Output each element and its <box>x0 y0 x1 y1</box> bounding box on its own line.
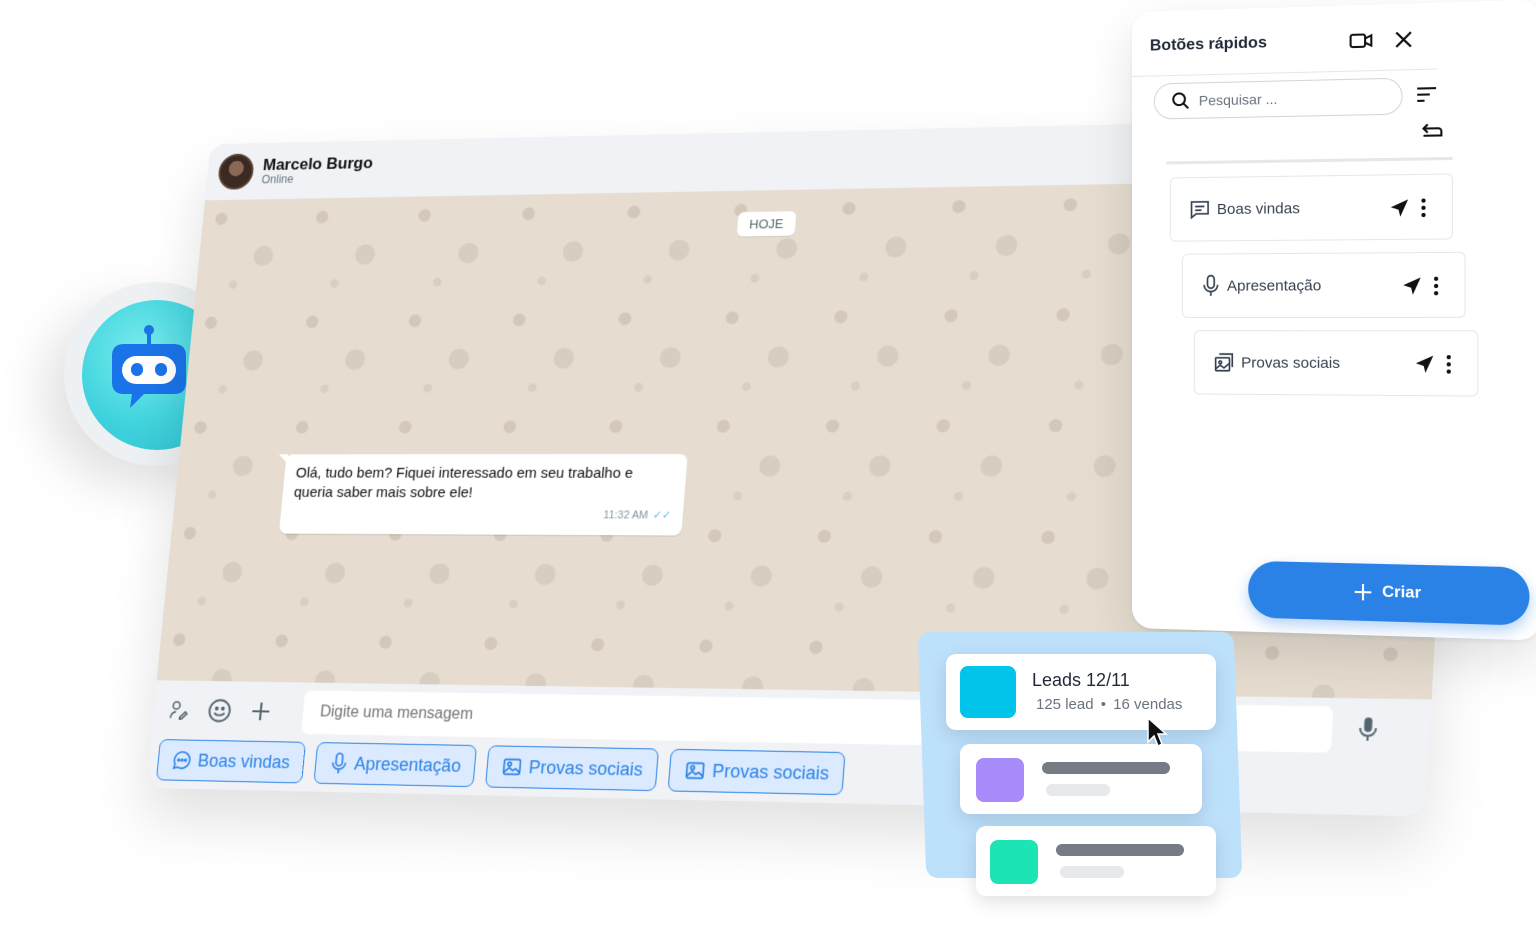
placeholder-line <box>1060 866 1124 878</box>
date-badge: HOJE <box>736 211 797 237</box>
microphone-icon <box>1201 274 1221 298</box>
quick-chip-label: Provas sociais <box>527 756 644 780</box>
microphone-icon[interactable] <box>1349 711 1388 748</box>
video-icon[interactable] <box>1349 29 1374 57</box>
quick-chip-provas-sociais[interactable]: Provas sociais <box>485 745 660 792</box>
lead-color-swatch <box>990 840 1038 884</box>
panel-item-label: Provas sociais <box>1241 353 1340 372</box>
panel-item-boas-vindas[interactable]: Boas vindas <box>1169 173 1453 242</box>
panel-item-provas-sociais[interactable]: Provas sociais <box>1193 330 1479 397</box>
panel-title: Botões rápidos <box>1149 34 1267 55</box>
placeholder-line <box>1056 844 1184 856</box>
message-square-icon <box>1189 198 1211 220</box>
placeholder-line <box>1042 762 1170 774</box>
import-icon[interactable] <box>1419 118 1444 144</box>
quick-chip-boas-vindas[interactable]: Boas vindas <box>155 739 307 784</box>
more-vertical-icon[interactable] <box>1433 276 1439 302</box>
image-icon <box>683 759 707 782</box>
user-edit-icon[interactable] <box>161 693 196 727</box>
quick-buttons-panel: Botões rápidos Pesquisar ... Boas vindas… <box>1132 0 1536 641</box>
lead-count: 125 lead <box>1036 696 1094 713</box>
create-button[interactable]: Criar <box>1248 560 1530 626</box>
send-icon[interactable] <box>1402 276 1423 302</box>
emoji-icon[interactable] <box>202 694 237 728</box>
read-ticks-icon: ✓✓ <box>652 509 672 522</box>
panel-item-apresentacao[interactable]: Apresentação <box>1181 251 1466 318</box>
divider <box>1165 156 1453 165</box>
images-icon <box>1213 351 1235 373</box>
more-vertical-icon[interactable] <box>1420 197 1426 223</box>
lead-card-3[interactable] <box>976 826 1216 896</box>
search-icon <box>1171 91 1191 112</box>
divider <box>1132 68 1439 77</box>
quick-chip-label: Apresentação <box>353 753 462 776</box>
send-icon[interactable] <box>1389 198 1410 224</box>
lead-color-swatch <box>960 666 1016 718</box>
plus-icon <box>1353 582 1374 603</box>
lead-card-1[interactable]: Leads 12/11 125 lead • 16 vendas <box>946 654 1216 730</box>
quick-chip-provas-sociais-2[interactable]: Provas sociais <box>667 748 846 796</box>
lead-color-swatch <box>976 758 1024 802</box>
lead-card-2[interactable] <box>960 744 1202 814</box>
filter-icon[interactable] <box>1415 85 1438 109</box>
lead-title: Leads 12/11 <box>1032 670 1130 690</box>
quick-chip-label: Boas vindas <box>197 750 291 772</box>
avatar[interactable] <box>216 153 256 190</box>
sales-count: 16 vendas <box>1113 696 1183 713</box>
panel-item-label: Apresentação <box>1226 276 1322 295</box>
placeholder-line <box>1046 784 1110 796</box>
close-icon[interactable] <box>1392 28 1415 56</box>
message-line-2: queria saber mais sobre ele! <box>293 484 474 502</box>
message-bubble: Olá, tudo bem? Fiquei interessado em seu… <box>278 454 688 536</box>
message-line-1: Olá, tudo bem? Fiquei interessado em seu… <box>295 464 634 482</box>
microphone-icon <box>329 751 350 775</box>
panel-item-label: Boas vindas <box>1216 199 1300 218</box>
quick-chip-label: Provas sociais <box>711 760 830 784</box>
cursor-icon <box>1147 716 1168 748</box>
search-placeholder: Pesquisar ... <box>1198 90 1278 109</box>
quick-chip-apresentacao[interactable]: Apresentação <box>313 742 478 788</box>
lead-subtitle: 125 lead • 16 vendas <box>1036 696 1183 713</box>
send-icon[interactable] <box>1414 354 1435 380</box>
search-field[interactable]: Pesquisar ... <box>1153 77 1403 120</box>
chat-bubble-icon <box>171 749 194 771</box>
create-label: Criar <box>1382 583 1422 602</box>
message-time: 11:32 AM <box>602 509 649 522</box>
image-icon <box>501 756 524 779</box>
plus-icon[interactable] <box>243 694 278 728</box>
more-vertical-icon[interactable] <box>1446 354 1452 380</box>
quick-chips: Boas vindas Apresentação Provas sociais … <box>155 739 846 796</box>
